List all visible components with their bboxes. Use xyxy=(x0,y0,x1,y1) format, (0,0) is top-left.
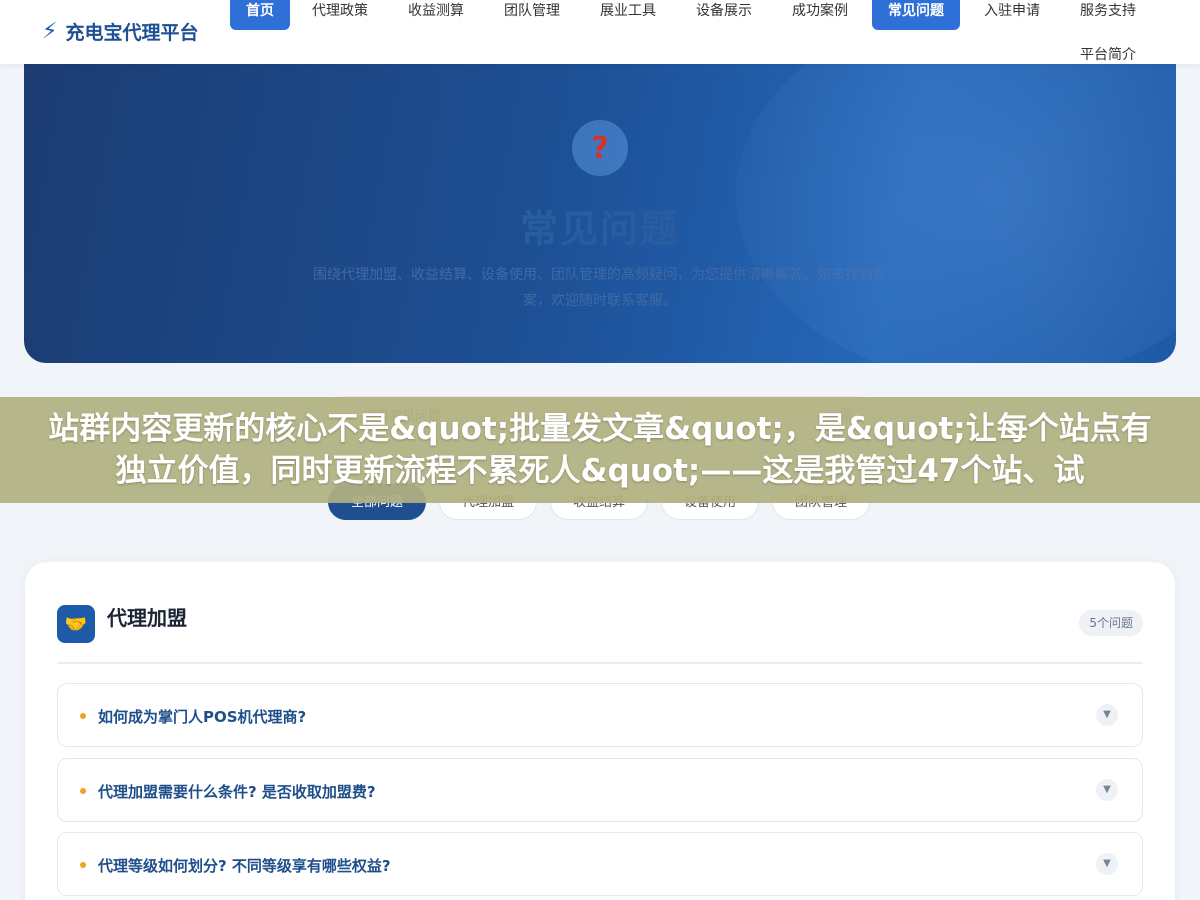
question-glyph: ? xyxy=(591,130,609,166)
handshake-icon: 🤝 xyxy=(57,605,95,643)
chevron-down-icon[interactable]: ▼ xyxy=(1096,704,1118,726)
faq-item[interactable]: 代理加盟需要什么条件? 是否收取加盟费? ▼ xyxy=(57,758,1143,822)
nav-agent-policy[interactable]: 代理政策 xyxy=(296,0,384,30)
question-icon: ? xyxy=(572,120,628,176)
site-logo[interactable]: ⚡ 充电宝代理平台 xyxy=(42,18,198,45)
question-count-badge: 5个问题 xyxy=(1079,610,1143,636)
site-logo-text: 充电宝代理平台 xyxy=(65,22,199,44)
bolt-icon: ⚡ xyxy=(42,19,58,44)
nav-platform-intro[interactable]: 平台简介 xyxy=(1064,44,1152,74)
nav-team-management[interactable]: 团队管理 xyxy=(488,0,576,30)
top-header: ⚡ 充电宝代理平台 首页 代理政策 收益测算 团队管理 展业工具 设备展示 成功… xyxy=(0,0,1200,64)
hero-title: 常见问题 xyxy=(519,207,680,251)
nav-devices[interactable]: 设备展示 xyxy=(680,0,768,30)
bullet-dot xyxy=(80,713,86,719)
nav-earnings-calculator[interactable]: 收益测算 xyxy=(392,0,480,30)
nav-join-apply[interactable]: 入驻申请 xyxy=(968,0,1056,30)
nav-service-support[interactable]: 服务支持 xyxy=(1064,0,1152,30)
section-title: 代理加盟 xyxy=(107,606,187,630)
faq-item[interactable]: 如何成为掌门人POS机代理商? ▼ xyxy=(57,683,1143,747)
faq-section-agent-join: 🤝 代理加盟 5个问题 如何成为掌门人POS机代理商? ▼ 代理加盟需要什么条件… xyxy=(25,562,1175,900)
chevron-down-icon[interactable]: ▼ xyxy=(1096,853,1118,875)
nav-success-cases[interactable]: 成功案例 xyxy=(776,0,864,30)
faq-question[interactable]: 如何成为掌门人POS机代理商? xyxy=(98,706,306,727)
bullet-dot xyxy=(80,862,86,868)
overlay-banner: 站群内容更新的核心不是&quot;批量发文章&quot;，是&quot;让每个站… xyxy=(0,397,1200,503)
handshake-glyph: 🤝 xyxy=(64,613,88,635)
faq-item[interactable]: 代理等级如何划分? 不同等级享有哪些权益? ▼ xyxy=(57,832,1143,896)
chevron-down-icon[interactable]: ▼ xyxy=(1096,779,1118,801)
faq-hero-banner: ? 常见问题 围绕代理加盟、收益结算、设备使用、团队管理的高频疑问，为您提供清晰… xyxy=(24,64,1176,363)
hero-subtitle: 围绕代理加盟、收益结算、设备使用、团队管理的高频疑问，为您提供清晰解答。如未找到… xyxy=(313,267,887,309)
overlay-banner-text: 站群内容更新的核心不是&quot;批量发文章&quot;，是&quot;让每个站… xyxy=(48,411,1152,489)
faq-question[interactable]: 代理等级如何划分? 不同等级享有哪些权益? xyxy=(98,855,391,876)
section-divider xyxy=(57,662,1143,664)
nav-business-tools[interactable]: 展业工具 xyxy=(584,0,672,30)
faq-question[interactable]: 代理加盟需要什么条件? 是否收取加盟费? xyxy=(98,781,376,802)
bullet-dot xyxy=(80,788,86,794)
nav-home[interactable]: 首页 xyxy=(230,0,290,30)
nav-faq[interactable]: 常见问题 xyxy=(872,0,960,30)
